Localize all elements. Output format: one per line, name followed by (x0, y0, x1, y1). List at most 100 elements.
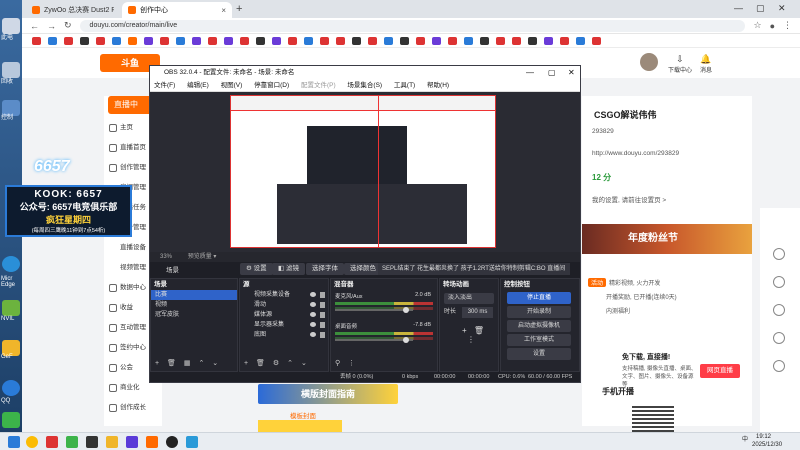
source-item[interactable]: 媒体源 (240, 310, 328, 320)
headset-icon[interactable] (773, 332, 785, 344)
settings-button[interactable]: ⚙ 设置 (240, 263, 273, 275)
link-icon[interactable]: ⚲ (335, 360, 340, 367)
bookmark-icon[interactable] (464, 37, 473, 45)
scene-item[interactable]: 比赛 (151, 290, 237, 300)
bookmark-icon[interactable] (288, 37, 297, 45)
more-icon[interactable]: ⋮ (467, 335, 475, 344)
reload-icon[interactable]: ↻ (64, 20, 72, 31)
url-field[interactable]: douyu.com/creator/main/live (79, 19, 746, 32)
lock-icon[interactable] (320, 332, 325, 338)
bookmark-icon[interactable] (96, 37, 105, 45)
bookmark-icon[interactable] (384, 37, 393, 45)
bookmark-icon[interactable] (480, 37, 489, 45)
chat-icon[interactable] (773, 360, 785, 372)
app-icon[interactable] (186, 436, 198, 448)
program-preview[interactable] (230, 95, 496, 248)
app-icon[interactable] (126, 436, 138, 448)
bookmark-icon[interactable] (448, 37, 457, 45)
scene-item[interactable]: 冠军皮肤 (151, 310, 237, 320)
chrome-icon[interactable] (26, 436, 38, 448)
poster-banner[interactable]: 横版封面指南 (258, 384, 398, 404)
start-icon[interactable] (8, 436, 20, 448)
bookmark-icon[interactable] (64, 37, 73, 45)
lock-icon[interactable] (320, 322, 325, 328)
menu-profile[interactable]: 配置文件(P) (301, 82, 336, 89)
delete-icon[interactable]: 🗑 (256, 360, 265, 367)
eye-icon[interactable] (310, 302, 316, 307)
profile-icon[interactable]: ● (770, 21, 775, 31)
config-icon[interactable]: ▦ (184, 360, 191, 367)
bookmark-icon[interactable] (176, 37, 185, 45)
app-icon[interactable] (146, 436, 158, 448)
language-indicator[interactable]: 中 (742, 434, 748, 443)
source-item[interactable]: 视频采集设备 (240, 290, 328, 300)
tab-creator-center[interactable]: 创作中心 × (122, 2, 232, 18)
messages-link[interactable]: 🔔 消息 (700, 54, 712, 74)
bookmark-icon[interactable] (576, 37, 585, 45)
nvidia-icon[interactable] (2, 300, 20, 316)
wechat-icon[interactable] (2, 412, 20, 428)
lock-icon[interactable] (320, 312, 325, 318)
start-recording-button[interactable]: 开始录制 (507, 306, 571, 318)
bookmark-icon[interactable] (208, 37, 217, 45)
more-icon[interactable]: ⋮ (348, 360, 355, 367)
delete-icon[interactable]: 🗑 (474, 326, 484, 335)
text-source-value[interactable]: SEPL结束了 花生最都炎换了 孩子1.2RT送给你特制剪辑C:BO 直播间 (378, 263, 570, 275)
bookmark-icon[interactable] (192, 37, 201, 45)
clock-date[interactable]: 2025/12/30 (752, 442, 782, 448)
star-icon[interactable]: ☆ (753, 20, 761, 31)
template-thumb[interactable] (258, 420, 342, 432)
maximize-icon[interactable]: ▢ (756, 3, 765, 14)
minimize-icon[interactable]: — (734, 3, 743, 13)
source-item[interactable]: 显示器采集 (240, 320, 328, 330)
volume-slider[interactable] (335, 339, 413, 341)
preview-quality[interactable]: 预览质量 ▾ (188, 254, 217, 260)
source-item[interactable]: 滑动 (240, 300, 328, 310)
close-icon[interactable]: ✕ (568, 66, 575, 80)
zoom-level[interactable]: 33% (160, 254, 172, 260)
tool-icon[interactable] (773, 276, 785, 288)
qq-icon[interactable] (2, 380, 20, 396)
volume-slider-handle[interactable] (403, 307, 409, 313)
sidebar-item-growth[interactable]: 创作成长 (104, 398, 162, 418)
eye-icon[interactable] (310, 312, 316, 317)
web-live-button[interactable]: 网页直播 (700, 364, 740, 378)
eye-icon[interactable] (310, 322, 316, 327)
obs-icon[interactable] (166, 436, 178, 448)
duration-input[interactable]: 300 ms (461, 307, 494, 318)
bookmark-icon[interactable] (128, 37, 137, 45)
clock-time[interactable]: 19:12 (756, 434, 771, 440)
back-icon[interactable]: ← (30, 21, 39, 31)
bookmark-icon[interactable] (320, 37, 329, 45)
bookmark-icon[interactable] (544, 37, 553, 45)
eye-icon[interactable] (310, 332, 316, 337)
bookmark-icon[interactable] (272, 37, 281, 45)
bookmark-icon[interactable] (80, 37, 89, 45)
move-up-icon[interactable]: ⌃ (287, 360, 293, 367)
add-icon[interactable]: + (462, 326, 467, 335)
new-tab-icon[interactable]: + (236, 3, 242, 15)
menu-help[interactable]: 帮助(H) (427, 82, 449, 89)
bookmark-icon[interactable] (336, 37, 345, 45)
bookmark-icon[interactable] (160, 37, 169, 45)
room-url[interactable]: http://www.douyu.com/293829 (592, 150, 679, 157)
eye-icon[interactable] (310, 292, 316, 297)
app-icon[interactable] (46, 436, 58, 448)
lock-icon[interactable] (320, 302, 325, 308)
delete-icon[interactable]: 🗑 (167, 360, 176, 367)
tab-zywoo[interactable]: ZywOo 总决赛 Dust2 POV Vi... (26, 2, 120, 18)
menu-icon[interactable]: ⋮ (783, 20, 792, 31)
bookmark-icon[interactable] (224, 37, 233, 45)
move-down-icon[interactable]: ⌄ (301, 360, 307, 367)
bookmark-icon[interactable] (416, 37, 425, 45)
bookmark-icon[interactable] (144, 37, 153, 45)
gear-icon[interactable]: ⚙ (273, 360, 279, 367)
bookmark-icon[interactable] (560, 37, 569, 45)
bookmark-icon[interactable] (112, 37, 121, 45)
settings-tip[interactable]: 我的设置, 请前往设置页 > (592, 194, 666, 204)
bookmark-icon[interactable] (432, 37, 441, 45)
avatar[interactable] (640, 53, 658, 71)
tool-icon[interactable] (773, 248, 785, 260)
menu-docks[interactable]: 停靠窗口(D) (254, 82, 289, 89)
move-up-icon[interactable]: ⌃ (198, 360, 204, 367)
